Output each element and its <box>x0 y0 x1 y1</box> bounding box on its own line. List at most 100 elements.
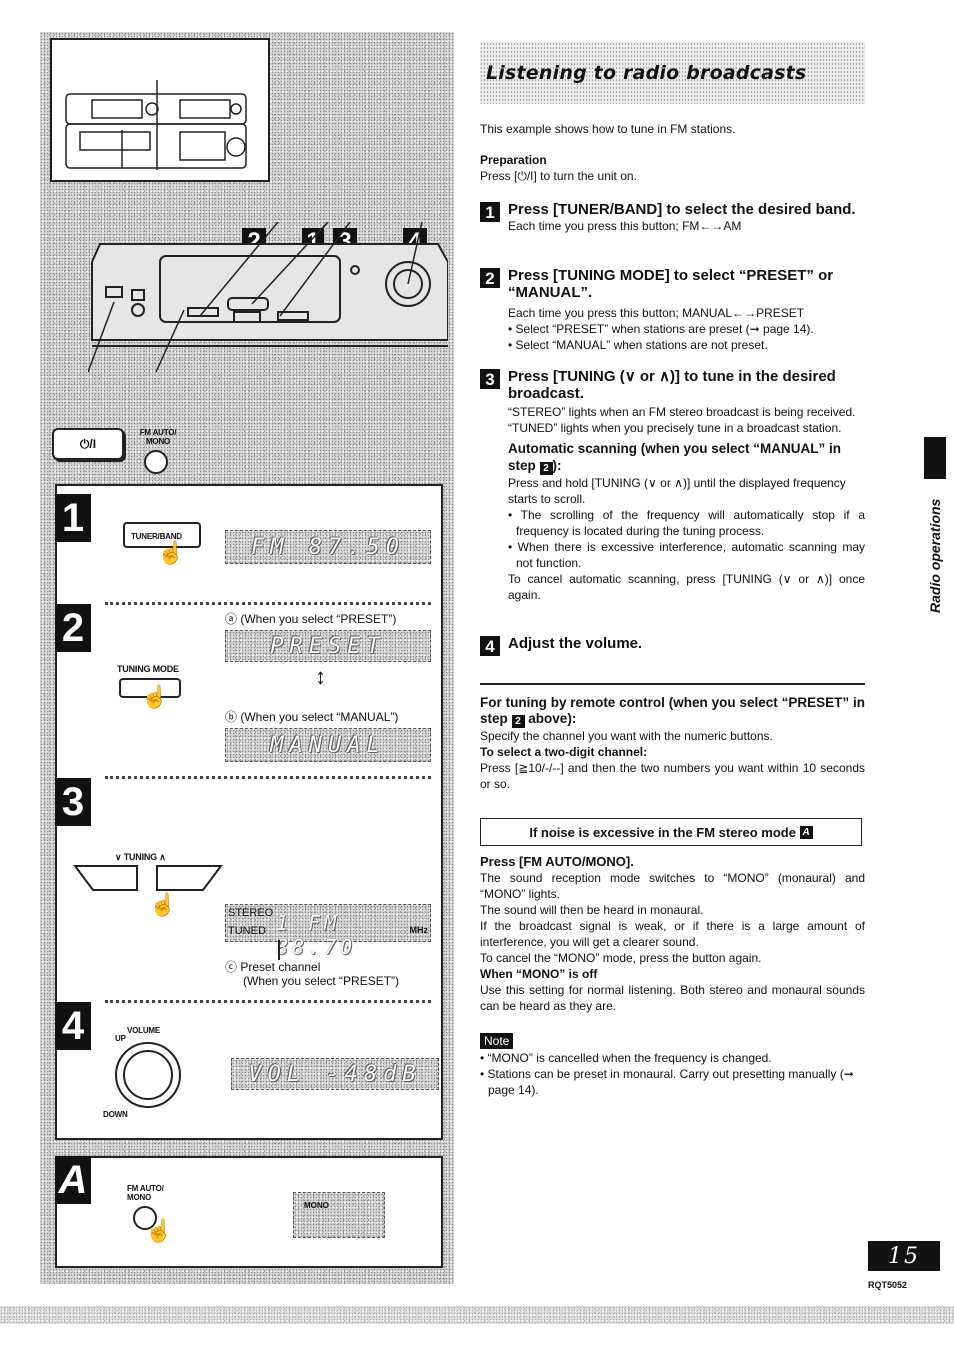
remote-heading: For tuning by remote control (when you s… <box>480 695 865 728</box>
fm-auto-mono-button <box>144 450 168 474</box>
page-number: 15 <box>868 1241 940 1271</box>
fm-auto-mono-instruction: Press [FM AUTO/MONO]. <box>480 854 634 869</box>
step-separator <box>105 602 431 605</box>
mono-illustration-panel: A FM AUTO/ MONO ☝ MONO <box>55 1156 443 1268</box>
mono-off-text: Use this setting for normal listening. B… <box>480 983 865 1013</box>
step-2-heading-text: Press [TUNING MODE] to select “PRESET” o… <box>508 267 834 301</box>
step-2-line: Each time you press this button; MANUAL←… <box>508 306 805 320</box>
lcd-display-volume: VOL -48dB <box>231 1058 439 1090</box>
stereo-system-drawing <box>65 80 247 170</box>
step-4-number: 4 <box>480 636 500 656</box>
step-1-number: 1 <box>480 202 500 222</box>
illustration-column: 2 1 3 4 ⏻/I FM AUTO/ MONO 1 TUNER/BAND ☝… <box>40 32 454 1284</box>
noise-line: The sound reception mode switches to “MO… <box>480 871 865 901</box>
step-4: 4 Adjust the volume. <box>480 635 865 656</box>
step-1-badge: 1 <box>55 494 91 542</box>
fm-auto-mono-label: FM AUTO/ MONO <box>139 428 177 446</box>
noise-box-title: If noise is excessive in the FM stereo m… <box>529 824 796 840</box>
steps-illustration-panel: 1 TUNER/BAND ☝ FM 87.50 2 ⓐ (When you se… <box>55 484 443 1140</box>
step-2-bullet: • Select “MANUAL” when stations are not … <box>508 338 768 352</box>
pressing-hand-icon: ☝ <box>149 892 177 917</box>
lcd-display-frequency: FM 87.50 <box>225 530 431 564</box>
tuned-indicator: TUNED <box>228 925 266 937</box>
remote-text: Specify the channel you want with the nu… <box>480 729 773 743</box>
auto-scan-bullet: • The scrolling of the frequency will au… <box>508 508 865 538</box>
step-4-badge: 4 <box>55 1002 91 1050</box>
intro-text: This example shows how to tune in FM sta… <box>480 122 736 136</box>
step-1-heading: 1 Press [TUNER/BAND] to select the desir… <box>480 201 865 222</box>
illustration-ref-a: A <box>799 825 813 839</box>
caption-preset-channel: ⓒ Preset channel <box>225 960 321 974</box>
auto-scan-text: Press and hold [TUNING (∨ or ∧)] until t… <box>508 476 846 506</box>
pressing-hand-icon: ☝ <box>157 540 185 565</box>
caption-preset-channel-note: (When you select “PRESET”) <box>243 974 400 988</box>
tuning-label: ∨ TUNING ∧ <box>115 852 166 862</box>
step-ref-2: 2 <box>511 715 525 728</box>
step-1: 1 Press [TUNER/BAND] to select the desir… <box>480 201 865 234</box>
preset-channel-pointer <box>278 940 280 960</box>
lcd-display-preset: PRESET <box>225 630 431 662</box>
pressing-hand-icon: ☝ <box>145 1218 173 1243</box>
auto-scan-cancel: To cancel automatic scanning, press [TUN… <box>508 572 865 602</box>
step-3-line: “TUNED” lights when you precisely tune i… <box>508 421 842 435</box>
noise-section-box: If noise is excessive in the FM stereo m… <box>480 818 862 846</box>
noise-line: To cancel the “MONO” mode, press the but… <box>480 951 762 965</box>
tuned-frequency: 1 FM 88.70 <box>276 911 357 959</box>
system-overview-inset <box>50 38 270 182</box>
note-bullet: • Stations can be preset in monaural. Ca… <box>480 1067 854 1097</box>
note-label: Note <box>480 1033 514 1049</box>
auto-scan-bullet: • When there is excessive interference, … <box>508 540 865 570</box>
noise-line: If the broadcast signal is weak, or if t… <box>480 919 865 949</box>
auto-scan-heading: Automatic scanning (when you select “MAN… <box>508 441 842 475</box>
tuning-buttons <box>73 865 223 891</box>
noise-line: The sound will then be heard in monaural… <box>480 903 704 917</box>
document-code: RQT5052 <box>868 1280 908 1290</box>
step-2-number: 2 <box>480 268 500 288</box>
step-separator <box>105 1000 431 1003</box>
title-banner: Listening to radio broadcasts <box>480 42 865 104</box>
step-3-heading: 3 Press [TUNING (∨ or ∧)] to tune in the… <box>480 368 865 402</box>
step-separator <box>105 776 431 779</box>
step-2-badge: 2 <box>55 604 91 652</box>
preparation-text: Press [⏻/I] to turn the unit on. <box>480 169 637 183</box>
caption-manual: ⓑ (When you select “MANUAL”) <box>225 710 399 724</box>
lcd-display-tuned: STEREO TUNED 1 FM 88.70 MHz <box>225 904 431 959</box>
step-3-badge: 3 <box>55 778 91 826</box>
note-bullet: • “MONO” is cancelled when the frequency… <box>480 1051 772 1065</box>
lcd-display-manual: MANUAL <box>225 728 431 762</box>
page-title: Listening to radio broadcasts <box>486 62 807 84</box>
mhz-unit: MHz <box>409 925 429 935</box>
remote-section: For tuning by remote control (when you s… <box>480 695 865 792</box>
fm-auto-mono-label: FM AUTO/ MONO <box>127 1184 164 1202</box>
step-4-heading-text: Adjust the volume. <box>508 635 643 652</box>
step-ref-2: 2 <box>539 462 553 475</box>
note-section: Note • “MONO” is cancelled when the freq… <box>480 1032 865 1098</box>
tuning-mode-label: TUNING MODE <box>117 664 179 674</box>
step-2-heading: 2 Press [TUNING MODE] to select “PRESET”… <box>480 267 865 301</box>
volume-knob <box>115 1042 181 1108</box>
step-3-heading-text: Press [TUNING (∨ or ∧)] to tune in the d… <box>508 368 836 402</box>
mono-off-label: When “MONO” is off <box>480 967 598 981</box>
volume-down-label: DOWN <box>103 1110 128 1119</box>
mono-indicator: MONO <box>304 1201 329 1210</box>
two-digit-text: Press [≧10/-/--] and then the two number… <box>480 761 865 791</box>
lcd-display-mono: MONO <box>293 1192 385 1238</box>
caption-preset: ⓐ (When you select “PRESET”) <box>225 612 397 626</box>
step-2-bullet: • Select “PRESET” when stations are pres… <box>508 322 814 336</box>
toggle-arrow-icon: ↕ <box>315 664 326 689</box>
power-button: ⏻/I <box>52 428 124 460</box>
section-divider <box>480 683 865 685</box>
step-2: 2 Press [TUNING MODE] to select “PRESET”… <box>480 267 865 353</box>
step-1-heading-text: Press [TUNER/BAND] to select the desired… <box>508 201 856 218</box>
section-tab-marker <box>924 437 946 479</box>
section-label: Radio operations <box>927 498 943 613</box>
step-a-badge: A <box>55 1156 91 1204</box>
preparation-label: Preparation <box>480 153 547 167</box>
stereo-indicator: STEREO <box>228 907 274 919</box>
step-3-line: “STEREO” lights when an FM stereo broadc… <box>508 405 856 419</box>
pressing-hand-icon: ☝ <box>141 684 169 709</box>
volume-up-label: UP <box>115 1034 126 1043</box>
scan-edge-shadow <box>0 1306 954 1324</box>
step-4-heading: 4 Adjust the volume. <box>480 635 865 656</box>
step-3: 3 Press [TUNING (∨ or ∧)] to tune in the… <box>480 368 865 603</box>
